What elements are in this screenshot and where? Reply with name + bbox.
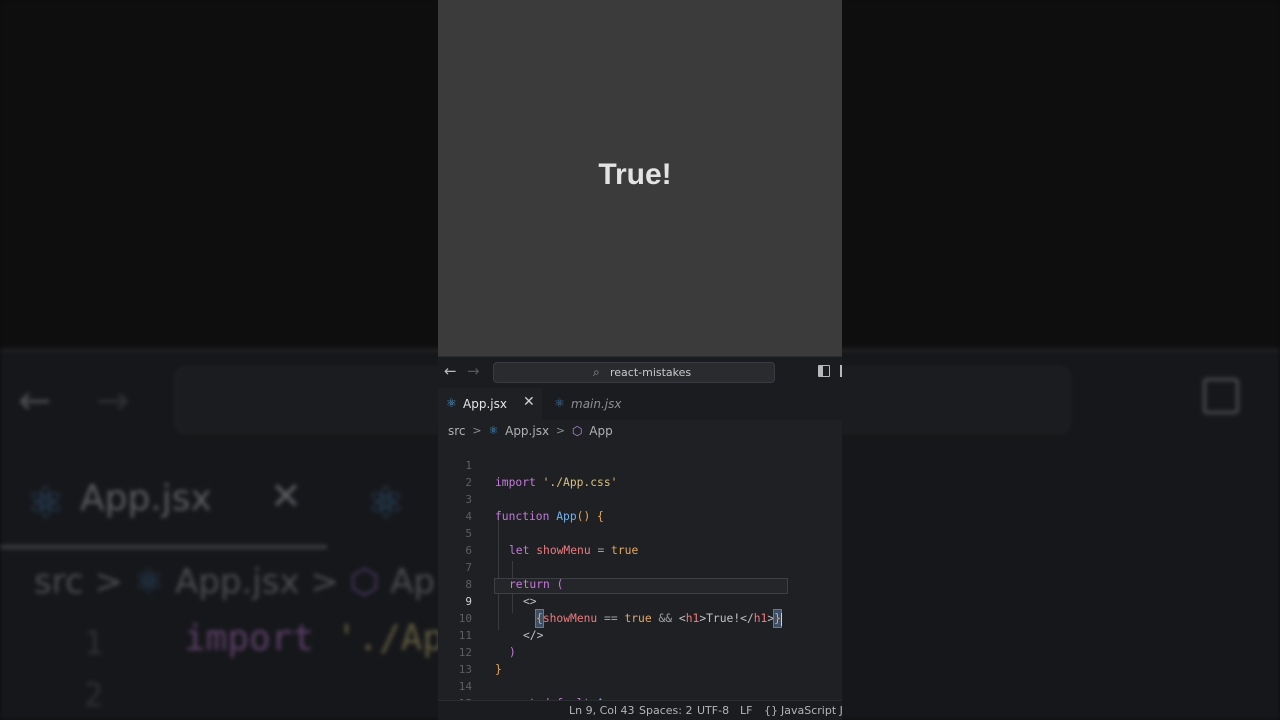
tab-app-jsx[interactable]: ⚛ App.jsx ✕ (438, 388, 542, 420)
code-line: 13 (438, 644, 842, 676)
background-layout-icon (1203, 378, 1239, 414)
tab-main-jsx[interactable]: ⚛ main.jsx (542, 388, 638, 420)
breadcrumb-symbol[interactable]: App (589, 424, 612, 438)
background-tab-underline (0, 545, 327, 549)
background-react-icon: ⚛ (26, 478, 66, 529)
background-breadcrumb-cut: Ap (390, 562, 436, 602)
background-code-keyword: import (184, 618, 315, 659)
editor-tabs: ⚛ App.jsx ✕ ⚛ main.jsx (438, 388, 842, 420)
status-bar: Ln 9, Col 43 Spaces: 2 UTF-8 LF {} JavaS… (438, 700, 842, 720)
background-tab-label: App.jsx (80, 478, 212, 519)
cube-icon: ⬡ (571, 423, 583, 438)
language-mode[interactable]: JavaScript JS (781, 704, 842, 717)
code-line: 3 function App() { (438, 474, 842, 523)
react-icon: ⚛ (554, 396, 565, 410)
background-close-icon: ✕ (270, 474, 302, 518)
background-line-number: 2 (84, 676, 104, 714)
react-icon: ⚛ (446, 396, 457, 410)
close-icon[interactable]: ✕ (523, 394, 535, 410)
code-line: 14 export default App (438, 661, 842, 710)
code-line: 11 ) (438, 610, 842, 659)
background-breadcrumb: src > ⚛ App.jsx > ⬡ Ap (34, 562, 435, 602)
forward-arrow-icon[interactable]: → (467, 362, 480, 380)
code-line: 4 (438, 491, 842, 523)
tab-label: main.jsx (571, 397, 622, 411)
code-line: 1 import './App.css' (438, 440, 842, 489)
code-line: 10 </> (438, 593, 842, 642)
chevron-right-icon: > (555, 424, 566, 437)
background-line-number: 1 (84, 624, 104, 662)
code-line: 12 } (438, 627, 842, 676)
code-line: 15 (438, 678, 842, 710)
eol-setting[interactable]: LF (740, 704, 752, 717)
portrait-panel: True! ← → ⌕ react-mistakes ⚛ App.jsx ✕ ⚛… (438, 0, 842, 720)
cursor-position[interactable]: Ln 9, Col 43 (569, 704, 635, 717)
background-react-icon-2: ⚛ (366, 478, 406, 529)
encoding-setting[interactable]: UTF-8 (697, 704, 729, 717)
preview-heading: True! (598, 158, 672, 191)
indentation-setting[interactable]: Spaces: 2 (639, 704, 692, 717)
background-back-arrow-icon: ← (18, 378, 52, 424)
background-breadcrumb-file: App.jsx (175, 562, 300, 602)
code-line: 8 <> (438, 559, 842, 608)
code-line: 5 let showMenu = true (438, 508, 842, 557)
back-arrow-icon[interactable]: ← (444, 362, 457, 380)
command-search-bar[interactable]: ⌕ react-mistakes (493, 362, 775, 383)
code-line: 2 (438, 457, 842, 489)
breadcrumb: src > ⚛ App.jsx > ⬡ App (448, 423, 613, 439)
breadcrumb-file[interactable]: App.jsx (505, 424, 549, 438)
code-line: 6 (438, 525, 842, 557)
background-code-string: './Ap (314, 618, 445, 659)
code-line: 9 {showMenu == true && <h1>True!</h1>} (438, 576, 842, 628)
background-chevron-icon: > (94, 562, 134, 602)
editor-titlebar: ← → ⌕ react-mistakes (438, 356, 842, 388)
background-chevron-icon-2: > (310, 562, 350, 602)
background-forward-arrow-icon: → (96, 378, 130, 424)
toggle-sidebar-icon[interactable] (818, 365, 830, 377)
language-braces-icon: {} (764, 704, 778, 717)
background-react-icon-3: ⚛ (133, 562, 165, 602)
background-code: import './Ap (184, 618, 444, 659)
search-label: react-mistakes (610, 366, 692, 379)
search-icon: ⌕ (593, 365, 600, 379)
tab-label: App.jsx (463, 397, 507, 411)
background-breadcrumb-src: src (34, 562, 84, 602)
browser-preview: True! (438, 0, 842, 356)
chevron-right-icon: > (472, 424, 482, 437)
background-cube-icon: ⬡ (349, 562, 380, 602)
breadcrumb-folder[interactable]: src (448, 424, 466, 438)
code-line: 7 return ( (438, 542, 842, 591)
layout-edge-icon[interactable] (840, 365, 842, 377)
react-icon: ⚛ (488, 424, 499, 437)
